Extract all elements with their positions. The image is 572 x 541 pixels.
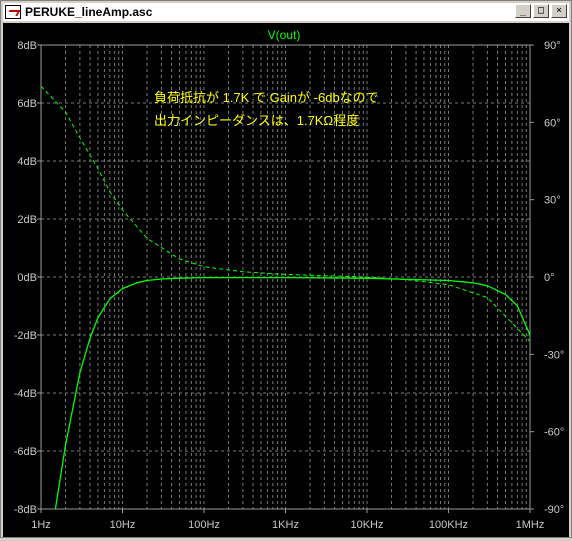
x-tick-label: 1MHz <box>516 519 545 531</box>
window-title: PERUKE_lineAmp.asc <box>25 5 153 19</box>
y-axis-right: 90° 60° 30° 0° -30° -60° -90° <box>530 40 564 516</box>
y-tick-label: 8dB <box>17 40 37 52</box>
x-tick-label: 1Hz <box>31 519 51 531</box>
plot-pane[interactable]: V(out) 8dB 6dB 4dB 2dB 0dB -2dB -4dB -6dB -8dB 9… <box>3 23 569 537</box>
x-tick-label: 10KHz <box>350 519 383 531</box>
y-tick-label: 0dB <box>17 272 37 284</box>
minimize-icon[interactable]: _ <box>515 4 531 18</box>
window-controls: _ □ × <box>515 4 567 18</box>
y2-tick-label: 90° <box>544 40 561 52</box>
y-tick-label: 2dB <box>17 214 37 226</box>
x-tick-label: 10Hz <box>110 519 136 531</box>
x-tick-label: 100Hz <box>188 519 220 531</box>
y2-tick-label: -90° <box>544 504 564 516</box>
maximize-icon[interactable]: □ <box>533 4 549 18</box>
y2-tick-label: 30° <box>544 195 561 207</box>
y-tick-label: 4dB <box>17 156 37 168</box>
y-tick-label: -2dB <box>14 330 37 342</box>
y2-tick-label: -30° <box>544 349 564 361</box>
y2-tick-label: 60° <box>544 117 561 129</box>
y-tick-label: -6dB <box>14 446 37 458</box>
annotation-line-1[interactable]: 負荷抵抗が 1.7K で Gainが -6dbなので <box>154 90 379 105</box>
x-tick-label: 1KHz <box>272 519 299 531</box>
waveform-app-icon <box>5 5 21 19</box>
close-icon[interactable]: × <box>551 4 567 18</box>
y-axis-left: 8dB 6dB 4dB 2dB 0dB -2dB -4dB -6dB -8dB <box>14 40 41 516</box>
x-axis: 1Hz 10Hz 100Hz 1KHz 10KHz 100KHz 1MHz <box>31 509 544 531</box>
x-tick-label: 100KHz <box>429 519 468 531</box>
y-tick-label: 6dB <box>17 98 37 110</box>
trace-name-label[interactable]: V(out) <box>268 28 301 42</box>
app-window: PERUKE_lineAmp.asc _ □ × V(out) 8dB 6dB 4d… <box>0 0 572 538</box>
y2-tick-label: -60° <box>544 427 564 439</box>
bode-plot[interactable]: V(out) 8dB 6dB 4dB 2dB 0dB -2dB -4dB -6dB -8dB 9… <box>3 23 569 537</box>
y2-tick-label: 0° <box>544 272 555 284</box>
annotation-line-2[interactable]: 出力インピーダンスは、1.7KΩ程度 <box>154 113 359 128</box>
y-tick-label: -4dB <box>14 388 37 400</box>
y-tick-label: -8dB <box>14 504 37 516</box>
title-bar[interactable]: PERUKE_lineAmp.asc _ □ × <box>3 3 569 21</box>
